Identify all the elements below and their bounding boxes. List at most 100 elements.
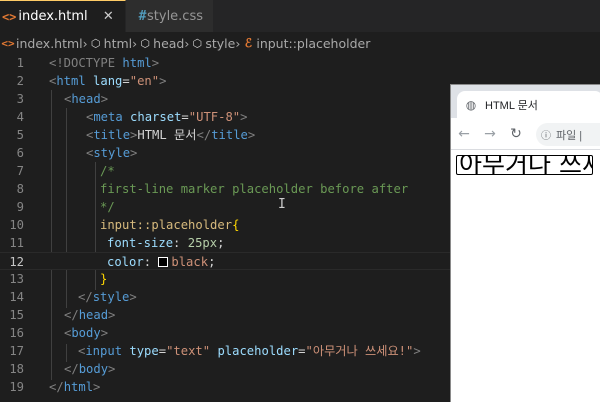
punct-gt: > bbox=[93, 380, 101, 394]
placeholder-input[interactable] bbox=[457, 156, 592, 174]
tab-style-css[interactable]: # style.css bbox=[126, 0, 214, 32]
globe-icon: ◍ bbox=[465, 97, 477, 112]
tag-name: html bbox=[63, 380, 94, 394]
tag-name: meta bbox=[93, 110, 123, 124]
element-cube-icon: ⬡ bbox=[90, 36, 101, 50]
line-number: 15 bbox=[9, 308, 24, 322]
title-text: HTML 문서 bbox=[137, 128, 197, 142]
forward-icon[interactable]: → bbox=[477, 126, 503, 142]
breadcrumb: <> index.html › ⬡ html › ⬡ head › ⬡ styl… bbox=[0, 32, 600, 54]
line-number: 3 bbox=[16, 92, 24, 106]
css-rule-icon: ℰ bbox=[244, 36, 252, 50]
attr-value: "아무거나 쓰세요!" bbox=[305, 344, 414, 358]
line-number: 7 bbox=[16, 164, 24, 178]
doctype-open: <!DOCTYPE bbox=[49, 56, 116, 70]
punct-gt: > bbox=[100, 326, 109, 340]
line-number: 19 bbox=[9, 380, 24, 394]
brace-open: { bbox=[232, 218, 240, 232]
line-number: 13 bbox=[9, 272, 24, 286]
punct-eq: = bbox=[298, 344, 306, 358]
punct-gt: > bbox=[108, 362, 116, 376]
breadcrumb-item-style[interactable]: ⬡ style bbox=[189, 35, 236, 51]
line-number: 17 bbox=[9, 344, 24, 358]
tab-label: index.html bbox=[18, 9, 88, 24]
element-cube-icon: ⬡ bbox=[140, 36, 150, 50]
text-cursor-icon: I bbox=[278, 197, 286, 212]
css-property: color bbox=[107, 255, 144, 269]
tab-label: style.css bbox=[147, 8, 203, 24]
tag-name: title bbox=[93, 128, 131, 142]
browser-tab[interactable]: ◍ HTML 문서 bbox=[457, 91, 600, 118]
punct-gt: > bbox=[100, 92, 109, 106]
breadcrumb-label: style bbox=[205, 35, 236, 51]
breadcrumb-label: input::placeholder bbox=[256, 35, 371, 51]
punct-lt-slash: </ bbox=[49, 380, 64, 394]
punct-eq: = bbox=[122, 74, 130, 88]
breadcrumb-item-selector[interactable]: ℰ input::placeholder bbox=[240, 35, 371, 51]
line-number: 2 bbox=[16, 74, 24, 88]
line-number: 12 bbox=[9, 255, 24, 269]
comment-text: first-line marker placeholder before aft… bbox=[100, 182, 409, 196]
breadcrumb-label: index.html bbox=[16, 35, 83, 51]
attr-value: "en" bbox=[129, 74, 160, 88]
breadcrumb-item-head[interactable]: ⬡ head bbox=[137, 36, 184, 51]
doctype-html: html bbox=[122, 56, 152, 70]
line-number: 4 bbox=[16, 110, 24, 124]
punct-lt-slash: </ bbox=[196, 128, 212, 142]
breadcrumb-item-html[interactable]: ⬡ html bbox=[88, 36, 132, 51]
css-file-icon: # bbox=[138, 8, 147, 24]
html-file-icon: <> bbox=[1, 9, 17, 24]
punct-lt-slash: </ bbox=[78, 290, 93, 304]
address-bar[interactable]: ⓘ 파일 | bbox=[536, 123, 600, 146]
reload-icon[interactable]: ↻ bbox=[503, 126, 529, 142]
browser-toolbar: ← → ↻ ⓘ 파일 | bbox=[451, 118, 600, 150]
browser-tab-strip: ◍ HTML 문서 bbox=[451, 85, 600, 118]
punct-gt: > bbox=[413, 344, 421, 358]
line-number: 1 bbox=[16, 56, 24, 70]
line-number: 8 bbox=[16, 182, 24, 196]
punct-gt: > bbox=[240, 110, 248, 124]
punct-lt-slash: </ bbox=[64, 362, 79, 376]
browser-window: ◍ HTML 문서 ← → ↻ ⓘ 파일 | bbox=[450, 84, 600, 402]
css-property: font-size bbox=[107, 236, 174, 250]
line-number: 14 bbox=[9, 290, 24, 304]
punct-eq: = bbox=[181, 110, 189, 124]
code-line: 1 <!DOCTYPE html> bbox=[0, 54, 600, 72]
tag-name: style bbox=[92, 290, 130, 304]
editor-tab-bar: <> index.html ✕ # style.css bbox=[0, 0, 600, 32]
line-number: 10 bbox=[9, 218, 24, 232]
element-cube-icon: ⬡ bbox=[192, 36, 203, 50]
attr-name: type bbox=[129, 344, 159, 358]
color-swatch[interactable] bbox=[158, 257, 169, 267]
line-number: 5 bbox=[16, 128, 24, 142]
text-input-box[interactable] bbox=[456, 155, 593, 175]
tag-name: style bbox=[93, 146, 131, 160]
punct-semicolon: ; bbox=[217, 236, 225, 250]
attr-name: placeholder bbox=[217, 344, 299, 358]
punct-gt: > bbox=[129, 290, 137, 304]
attr-value: "text" bbox=[166, 344, 211, 358]
punct-colon: : bbox=[143, 255, 152, 269]
breadcrumb-label: html bbox=[103, 35, 133, 51]
breadcrumb-label: head bbox=[153, 35, 185, 51]
tag-name: head bbox=[78, 308, 109, 322]
close-icon[interactable]: ✕ bbox=[102, 9, 115, 24]
line-number: 11 bbox=[9, 236, 24, 250]
info-icon: ⓘ bbox=[541, 131, 551, 142]
breadcrumb-item-file[interactable]: <> index.html bbox=[0, 35, 83, 51]
html-file-icon: <> bbox=[1, 36, 15, 50]
attr-value: "UTF-8" bbox=[188, 110, 241, 124]
tag-name: html bbox=[56, 74, 86, 88]
comment-open: /* bbox=[100, 164, 115, 178]
address-text: 파일 | bbox=[556, 129, 583, 142]
line-number: 16 bbox=[9, 326, 24, 340]
tab-index-html[interactable]: <> index.html ✕ bbox=[0, 0, 126, 32]
brace-close: } bbox=[100, 272, 108, 286]
css-value: black bbox=[171, 255, 209, 269]
line-number: 9 bbox=[16, 200, 24, 214]
css-value: 25px bbox=[187, 236, 218, 250]
back-icon[interactable]: ← bbox=[451, 126, 477, 142]
punct-gt: > bbox=[108, 308, 116, 322]
tag-name: head bbox=[71, 92, 101, 106]
tag-name: title bbox=[211, 128, 248, 142]
